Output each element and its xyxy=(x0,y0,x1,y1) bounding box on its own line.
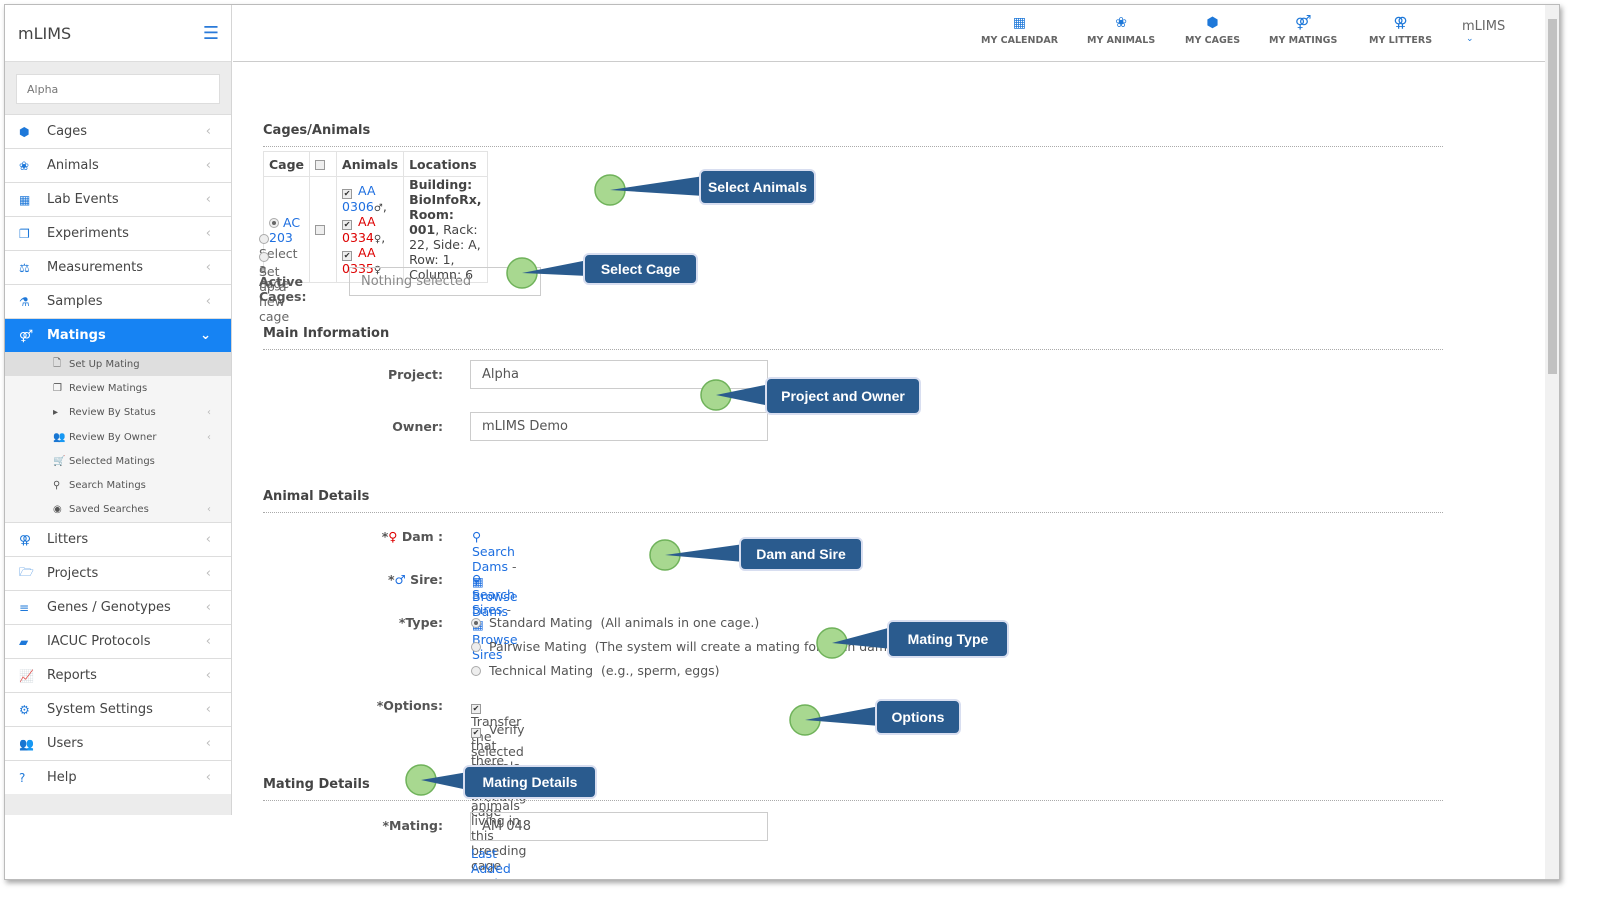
callout-mating-details: Mating Details xyxy=(405,764,597,799)
callout-label: Mating Details xyxy=(483,774,578,790)
callout-label: Select Animals xyxy=(708,179,807,195)
callout-select-cage: Select Cage xyxy=(506,253,698,289)
callout-dam-and-sire: Dam and Sire xyxy=(649,537,863,571)
callout-label: Dam and Sire xyxy=(756,546,846,562)
callout-overlay: Select Animals Select Cage Project and Own… xyxy=(405,169,1009,799)
callout-label: Options xyxy=(892,709,945,725)
callout-label: Mating Type xyxy=(908,631,989,647)
callout-label: Project and Owner xyxy=(781,388,905,404)
callout-label: Select Cage xyxy=(601,261,681,277)
callout-select-animals: Select Animals xyxy=(594,169,816,206)
callout-project-and-owner: Project and Owner xyxy=(700,377,921,415)
callout-options: Options xyxy=(789,699,961,736)
callout-mating-type: Mating Type xyxy=(816,620,1009,659)
